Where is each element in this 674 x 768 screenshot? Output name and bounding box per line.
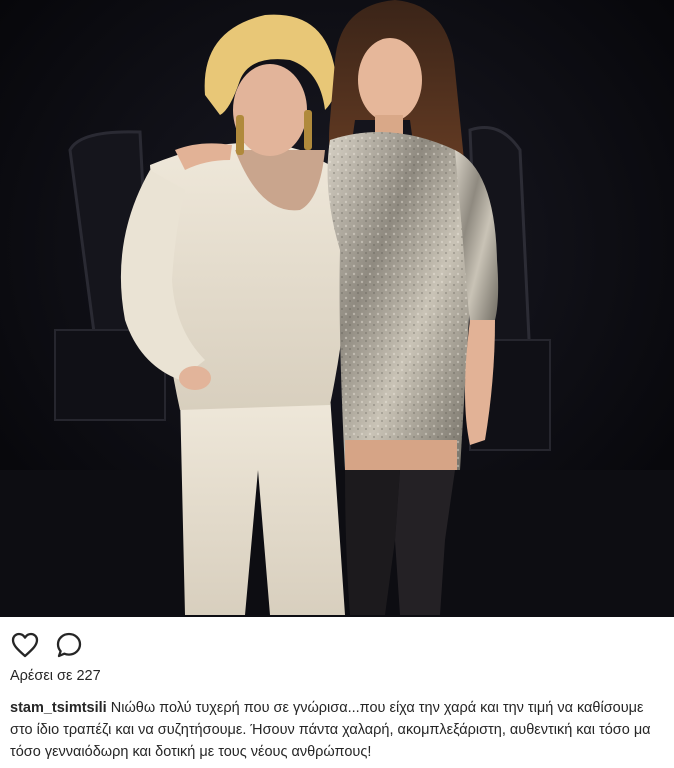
like-button[interactable] [10, 630, 40, 660]
likes-count[interactable]: Αρέσει σε 227 [10, 668, 101, 684]
post-actions [10, 630, 84, 660]
post-photo[interactable] [0, 0, 674, 617]
comment-button[interactable] [54, 630, 84, 660]
speech-bubble-icon [56, 632, 82, 658]
caption-text: Νιώθω πολύ τυχερή που σε γνώρισα...που ε… [10, 700, 651, 760]
photo-image [0, 0, 674, 617]
caption-username[interactable]: stam_tsimtsili [10, 700, 107, 716]
heart-outline-icon [11, 632, 39, 658]
post-caption: stam_tsimtsili Νιώθω πολύ τυχερή που σε … [10, 697, 660, 763]
